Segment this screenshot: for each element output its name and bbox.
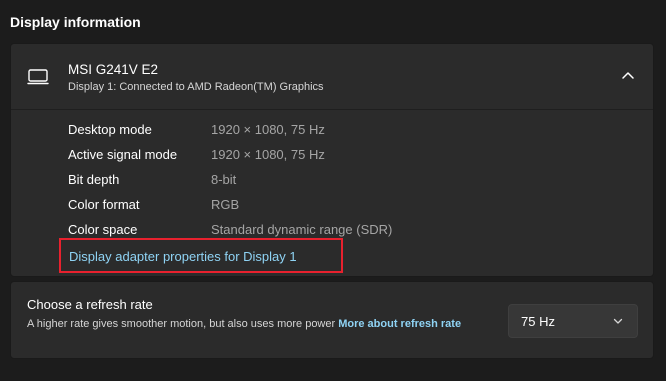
- display-adapter-properties-link[interactable]: Display adapter properties for Display 1: [69, 249, 297, 264]
- section-title: Display information: [10, 14, 141, 30]
- refresh-rate-title: Choose a refresh rate: [27, 297, 153, 312]
- info-value: Standard dynamic range (SDR): [211, 222, 393, 237]
- info-label: Desktop mode: [68, 122, 152, 137]
- chevron-down-icon: [613, 318, 623, 324]
- display-header[interactable]: MSI G241V E2 Display 1: Connected to AMD…: [11, 44, 653, 110]
- more-about-refresh-rate-link[interactable]: More about refresh rate: [338, 318, 461, 330]
- info-row-color-space: Color space Standard dynamic range (SDR): [68, 222, 628, 242]
- info-label: Color space: [68, 222, 138, 237]
- info-label: Bit depth: [68, 172, 120, 187]
- info-row-active-signal-mode: Active signal mode 1920 × 1080, 75 Hz: [68, 147, 628, 167]
- info-label: Color format: [68, 197, 140, 212]
- chevron-up-icon[interactable]: [621, 70, 635, 80]
- monitor-icon: [27, 69, 49, 85]
- info-row-color-format: Color format RGB: [68, 197, 628, 217]
- display-name: MSI G241V E2: [68, 62, 159, 77]
- info-value: 1920 × 1080, 75 Hz: [211, 122, 325, 137]
- refresh-rate-value: 75 Hz: [521, 314, 555, 329]
- refresh-rate-dropdown[interactable]: 75 Hz: [508, 304, 638, 338]
- refresh-rate-description-text: A higher rate gives smoother motion, but…: [27, 318, 336, 330]
- info-row-bit-depth: Bit depth 8-bit: [68, 172, 628, 192]
- info-value: 8-bit: [211, 172, 237, 187]
- info-value: 1920 × 1080, 75 Hz: [211, 147, 325, 162]
- refresh-rate-description: A higher rate gives smoother motion, but…: [27, 316, 497, 332]
- info-label: Active signal mode: [68, 147, 178, 162]
- refresh-rate-card: Choose a refresh rate A higher rate give…: [10, 281, 654, 359]
- display-connection: Display 1: Connected to AMD Radeon(TM) G…: [68, 81, 324, 93]
- info-value: RGB: [211, 197, 240, 212]
- info-row-desktop-mode: Desktop mode 1920 × 1080, 75 Hz: [68, 122, 628, 142]
- display-card: MSI G241V E2 Display 1: Connected to AMD…: [10, 43, 654, 277]
